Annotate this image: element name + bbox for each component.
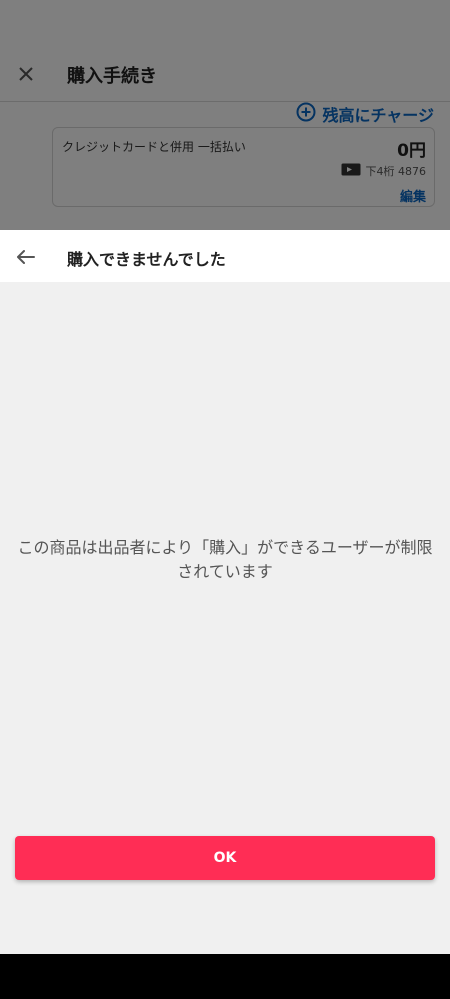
purchase-error-sheet: 購入できませんでした この商品は出品者により「購入」ができるユーザーが制限されて… [0,230,450,954]
sheet-header: 購入できませんでした [0,230,450,282]
screen: 購入手続き 残高にチャージ クレジットカードと併用 一括払い 0円 下4桁 48… [0,0,450,999]
dialog-title: 購入できませんでした [67,250,226,269]
system-navigation-bar [0,954,450,999]
ok-button[interactable]: OK [15,836,435,880]
error-message: この商品は出品者により「購入」ができるユーザーが制限されています [17,538,433,581]
arrow-left-icon[interactable] [13,244,39,270]
dim-overlay [0,0,450,230]
